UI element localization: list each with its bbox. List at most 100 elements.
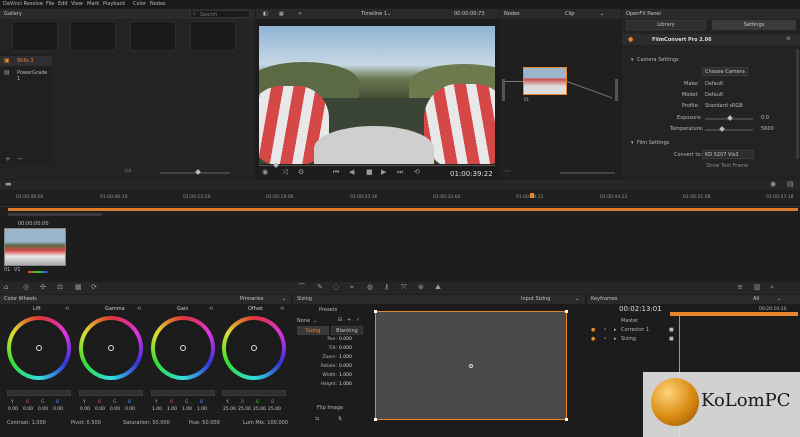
curves-icon[interactable]: ✣ [40,284,46,291]
nodes-settings-icon[interactable]: ⋯ [504,168,511,175]
timeline-track-bar[interactable] [8,208,798,211]
lummix-label[interactable]: Lum Mix: 100.000 [243,420,288,426]
wheel-center-handle[interactable] [180,345,186,351]
film-settings-label[interactable]: Film Settings [637,140,669,146]
channel-value[interactable]: 25.00 [268,407,281,412]
sizing-param-value[interactable]: 1.000 [339,382,352,387]
add-icon[interactable]: + [5,156,11,163]
menu-edit[interactable]: Edit [58,1,68,7]
keyframe-dot-icon[interactable]: ● [591,336,595,342]
temperature-slider[interactable] [705,129,753,131]
profile-value[interactable]: Standard sRGB [705,103,743,109]
tab-settings[interactable]: Settings [712,20,796,30]
3d-icon[interactable]: ⊛ [418,284,424,291]
convert-select[interactable]: KD 5207 Vis3 [702,150,754,159]
monitor-icon[interactable]: ▭ [125,167,132,174]
wheel-reset-icon[interactable]: ⟲ [65,306,69,312]
sizing-param-value[interactable]: 0.000 [339,364,352,369]
tracker-icon[interactable]: ⌖ [350,284,354,291]
stop-icon[interactable]: ■ [366,169,373,176]
curve-tool-icon[interactable]: ⌒ [298,284,305,291]
sizing-param-value[interactable]: 0.000 [339,346,352,351]
keyframes-filter[interactable]: All [753,295,759,304]
keyframe-link-icon[interactable]: ⚬ [603,327,607,333]
channel-value[interactable]: 0.00 [125,407,135,412]
sizing-corner-handle[interactable] [374,418,377,421]
color-wheels-icon[interactable]: ◎ [23,284,29,291]
keyframes-row-corrector[interactable]: ● ⚬ ▸ Corrector 1 ■ [587,326,800,335]
nodes-clip-select[interactable]: Clip [565,9,574,19]
menu-file[interactable]: File [46,1,54,7]
keyframe-dot-icon[interactable]: ● [591,327,595,333]
wheel-master-slider[interactable] [79,390,143,396]
sizing-icon[interactable]: ⤧ [401,284,407,291]
blur-icon[interactable]: ◍ [367,284,373,291]
viewer-mode-icon[interactable]: ◧ [263,9,268,19]
node-input-port[interactable] [502,79,505,101]
timeline-color-icon[interactable]: ◉ [770,181,776,188]
gallery-search[interactable]: ⌕ Search [190,10,250,18]
wheel-center-handle[interactable] [36,345,42,351]
temperature-value[interactable]: 5600 [761,126,774,132]
nodes-zoom-slider[interactable] [560,172,615,174]
make-value[interactable]: Default [705,81,723,87]
expand-icon[interactable]: ▸ [614,327,617,333]
keyframes-row-master[interactable]: Master [587,317,800,326]
menu-app[interactable]: DaVinci Resolve [3,1,43,7]
viewer-wand-icon[interactable]: ✧ [298,9,302,19]
motion-icon[interactable]: ▦ [75,284,82,291]
channel-value[interactable]: 0.00 [80,407,90,412]
window-icon[interactable]: ◌ [333,284,339,291]
clip-thumbnail[interactable] [4,228,66,266]
channel-value[interactable]: 1.00 [197,407,207,412]
exposure-value[interactable]: 0.0 [761,115,769,121]
wheel-reset-icon[interactable]: ⟲ [209,306,213,312]
sizing-center-handle[interactable] [469,364,473,368]
menu-playback[interactable]: Playback [103,1,125,7]
channel-value[interactable]: 0.00 [110,407,120,412]
zoom-icon[interactable]: ⌕ [770,284,774,291]
preset-select[interactable]: None [297,318,310,324]
step-back-icon[interactable]: ◀ [349,169,354,176]
speed-icon[interactable]: ◉ [262,169,268,176]
wheel-master-slider[interactable] [7,390,71,396]
model-value[interactable]: Default [705,92,723,98]
viewer-grid-icon[interactable]: ▦ [279,9,284,19]
sizing-param-value[interactable]: 1.000 [339,373,352,378]
keyframes-row-sizing[interactable]: ● ⚬ ▸ Sizing ■ [587,335,800,344]
channel-value[interactable]: 25.00 [253,407,266,412]
still-thumb-2[interactable] [70,21,116,51]
node-output-port[interactable] [615,79,618,101]
tab-sizing[interactable]: Sizing [297,326,329,335]
sizing-param-value[interactable]: 1.000 [339,355,352,360]
tab-blanking[interactable]: Blanking [331,326,363,335]
sizing-corner-handle[interactable] [374,310,377,313]
contrast-label[interactable]: Contrast: 1.000 [7,420,46,426]
key-icon[interactable]: ⚷ [384,284,389,291]
preset-add-icon[interactable]: + [347,317,351,323]
expand-icon[interactable]: ▸ [614,336,617,342]
reset-icon[interactable]: ⟳ [91,284,97,291]
sizing-corner-handle[interactable] [565,310,568,313]
hue-label[interactable]: Hue: 50.000 [189,420,220,426]
plugin-reset-icon[interactable]: ⟲ [786,36,790,42]
still-thumb-3[interactable] [130,21,176,51]
channel-value[interactable]: 1.00 [152,407,162,412]
openfx-scrollbar[interactable] [796,49,799,159]
channel-value[interactable]: 1.00 [167,407,177,412]
channel-value[interactable]: 25.00 [238,407,251,412]
waveform-icon[interactable]: ▥ [754,284,761,291]
first-frame-icon[interactable]: ⏮ [333,169,339,176]
loop-icon[interactable]: ⟲ [414,169,420,176]
wheel-master-slider[interactable] [222,390,286,396]
still-thumb-4[interactable] [190,21,236,51]
preset-confirm-icon[interactable]: ✓ [356,317,360,323]
gallery-item-powergrade[interactable]: ▤ PowerGrade 1 [0,68,52,82]
camera-raw-icon[interactable]: ⌂ [4,284,8,291]
channel-value[interactable]: 0.00 [38,407,48,412]
timeline-name[interactable]: Timeline 1 [361,9,387,19]
scopes-icon[interactable]: ⛰ [435,284,441,291]
wheel-master-slider[interactable] [151,390,215,396]
still-thumb-1[interactable] [12,21,58,51]
flip-horizontal-icon[interactable]: ⇆ [315,416,319,422]
